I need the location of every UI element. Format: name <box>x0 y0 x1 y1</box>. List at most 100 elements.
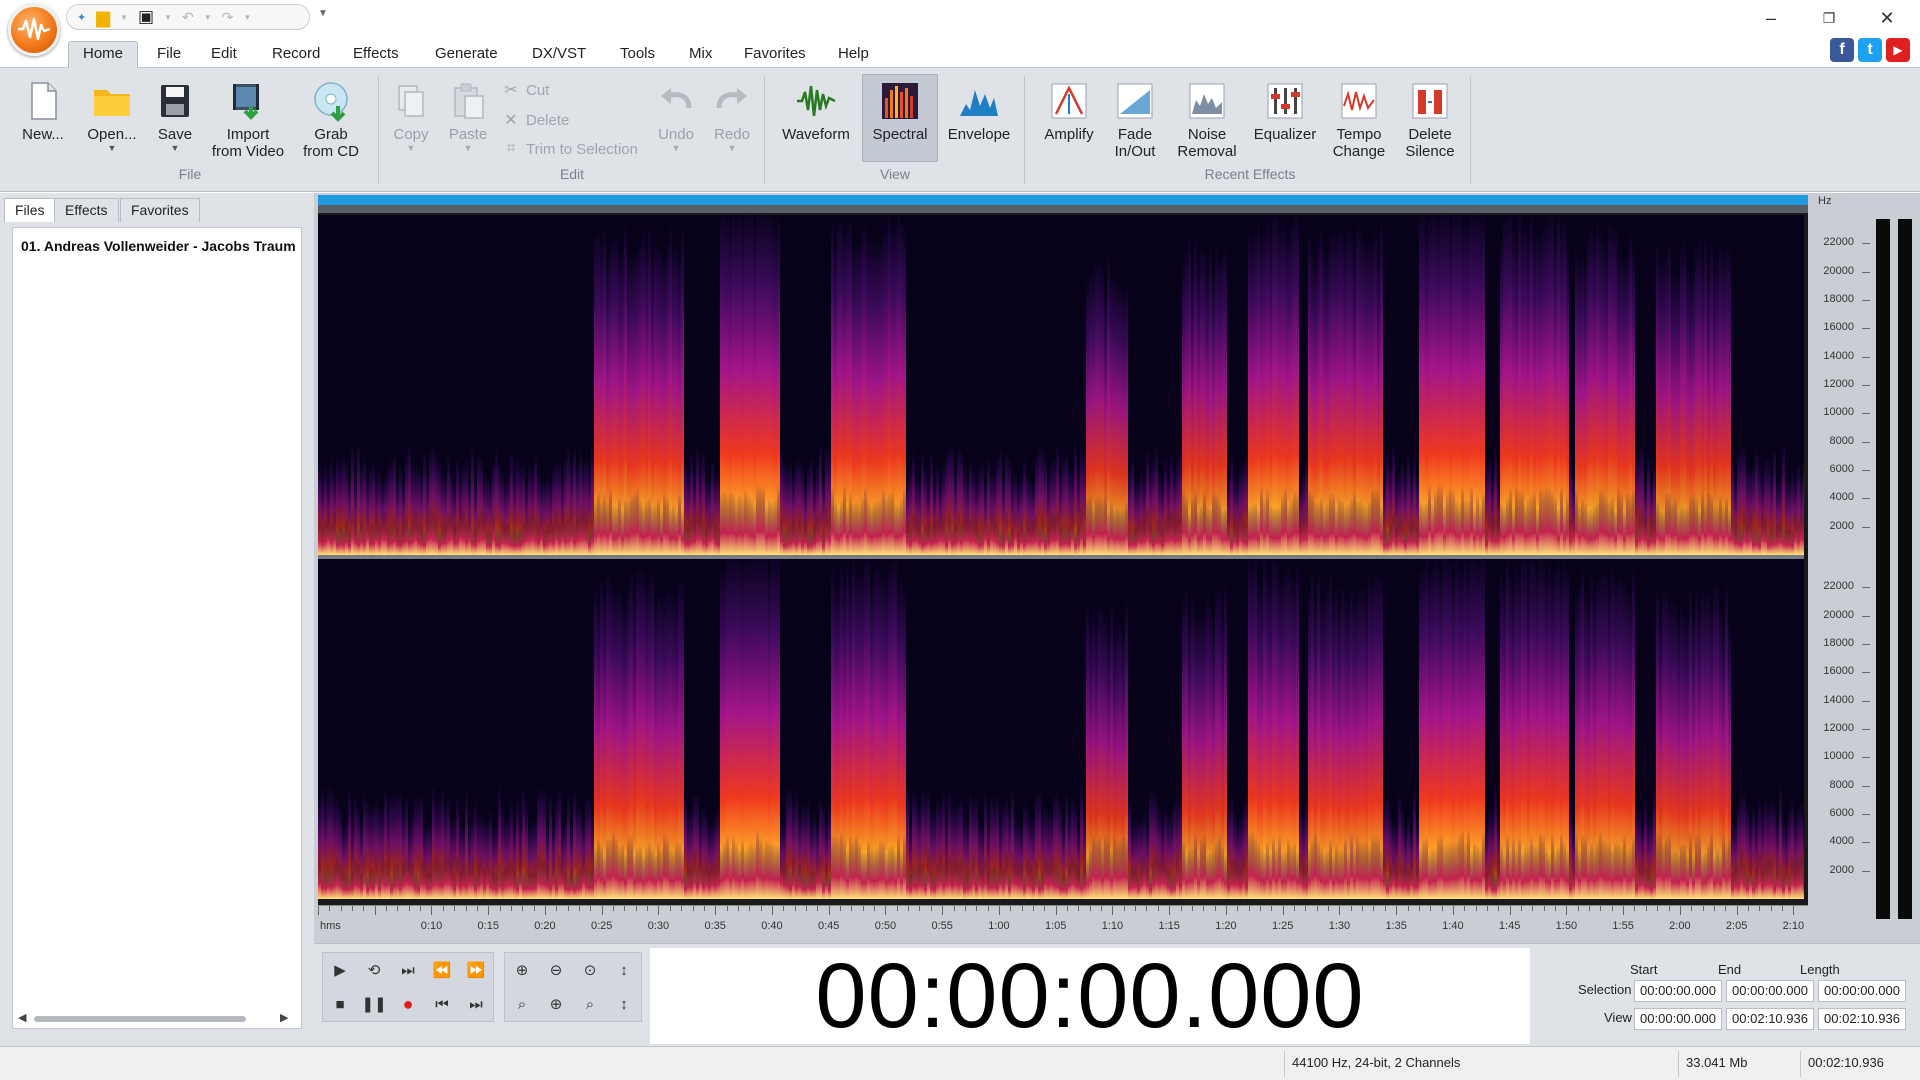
paste-button[interactable]: Paste ▼ <box>442 80 494 153</box>
open-button[interactable]: Open... ▼ <box>82 80 142 153</box>
tab-favorites[interactable]: Favorites <box>730 42 820 68</box>
spectrogram-lowband <box>1098 835 1101 899</box>
tab-edit[interactable]: Edit <box>197 42 251 68</box>
youtube-icon[interactable]: ▶ <box>1886 38 1910 62</box>
record-icon[interactable]: ● <box>391 987 425 1021</box>
view-length-field[interactable]: 00:02:10.936 <box>1818 1008 1906 1030</box>
scroll-left-icon[interactable]: ◀ <box>18 1011 26 1024</box>
restore-icon[interactable]: ❐ <box>1814 6 1844 30</box>
scrollbar-thumb[interactable] <box>34 1016 246 1022</box>
selection-end-field[interactable]: 00:00:00.000 <box>1726 980 1814 1002</box>
envelope-view-button[interactable]: Envelope <box>944 80 1014 143</box>
scroll-right-icon[interactable]: ▶ <box>280 1011 288 1024</box>
new-button[interactable]: New... <box>14 80 72 143</box>
undo-dropdown-icon[interactable]: ▼ <box>650 143 702 153</box>
zoom-in-selection-icon[interactable]: ⊕ <box>539 987 573 1021</box>
zoom-in-icon[interactable]: ⊕ <box>505 953 539 987</box>
close-icon[interactable]: ✕ <box>1872 6 1902 30</box>
spectral-view-button[interactable]: Spectral <box>862 74 938 162</box>
time-ruler[interactable]: hms 0:10 0:15 0:20 0:25 0:30 0:35 0:40 0:45 0:50… <box>318 905 1808 939</box>
selection-start-field[interactable]: 00:00:00.000 <box>1634 980 1722 1002</box>
view-end-field[interactable]: 00:02:10.936 <box>1726 1008 1814 1030</box>
tab-record[interactable]: Record <box>258 42 334 68</box>
spectrogram-lowband <box>1788 525 1791 555</box>
spectrogram-lowband <box>840 499 843 555</box>
trim-to-selection-button[interactable]: ⌗ Trim to Selection <box>502 140 638 158</box>
selection-length-field[interactable]: 00:00:00.000 <box>1818 980 1906 1002</box>
save-dropdown-icon[interactable]: ▼ <box>152 143 198 153</box>
open-folder-icon[interactable]: ▆ <box>96 7 110 28</box>
tab-home[interactable]: Home <box>68 41 139 69</box>
go-to-start-icon[interactable]: ⏮ <box>425 987 459 1021</box>
zoom-out-icon[interactable]: ⊖ <box>539 953 573 987</box>
zoom-full-icon[interactable]: ⊙ <box>573 953 607 987</box>
spectrogram-lowband <box>1461 486 1464 555</box>
delete-silence-button[interactable]: Delete Silence <box>1398 80 1462 160</box>
redo-dropdown-icon[interactable]: ▼ <box>243 13 251 22</box>
panel-tab-files[interactable]: Files <box>4 198 56 222</box>
copy-button[interactable]: Copy ▼ <box>386 80 436 153</box>
horizontal-scrollbar[interactable]: ◀ ▶ <box>16 1011 292 1027</box>
cut-button[interactable]: ✂ Cut <box>502 80 549 100</box>
panel-tab-effects[interactable]: Effects <box>54 198 119 222</box>
selection-strip[interactable] <box>318 205 1808 213</box>
file-list-item[interactable]: 01. Andreas Vollenweider - Jacobs Traum <box>21 238 311 254</box>
channel-left-spectrogram[interactable] <box>318 215 1804 555</box>
spectrogram-lowband <box>1794 861 1797 899</box>
app-logo[interactable] <box>8 4 60 56</box>
delete-button[interactable]: ✕ Delete <box>502 110 569 130</box>
facebook-icon[interactable]: f <box>1830 38 1854 62</box>
fade-in-out-button[interactable]: Fade In/Out <box>1106 80 1164 160</box>
delete-silence-icon <box>1412 83 1448 119</box>
waveform-view-button[interactable]: Waveform <box>776 80 856 143</box>
new-file-icon[interactable]: ✦ <box>77 11 86 24</box>
tab-file[interactable]: File <box>143 42 195 68</box>
tab-tools[interactable]: Tools <box>606 42 669 68</box>
paste-dropdown-icon[interactable]: ▼ <box>442 143 494 153</box>
open-dropdown-icon[interactable]: ▼ <box>120 13 128 22</box>
undo-dropdown-icon[interactable]: ▼ <box>204 13 212 22</box>
undo-icon[interactable]: ↶ <box>182 9 194 26</box>
save-icon[interactable]: ▣ <box>138 7 154 27</box>
zoom-to-fit-icon[interactable]: ⌕ <box>573 987 607 1021</box>
minimize-icon[interactable]: – <box>1756 6 1786 30</box>
rewind-icon[interactable]: ⏪ <box>425 953 459 987</box>
zoom-vertical-icon[interactable]: ↕ <box>607 953 641 987</box>
customize-toolbar-icon[interactable]: ▼ <box>318 8 328 19</box>
tab-mix[interactable]: Mix <box>675 42 726 68</box>
tab-help[interactable]: Help <box>824 42 883 68</box>
tab-generate[interactable]: Generate <box>421 42 512 68</box>
play-icon[interactable]: ▶ <box>323 953 357 987</box>
tab-effects[interactable]: Effects <box>339 42 413 68</box>
redo-button[interactable]: Redo ▼ <box>706 80 758 153</box>
copy-dropdown-icon[interactable]: ▼ <box>386 143 436 153</box>
noise-removal-button[interactable]: Noise Removal <box>1170 80 1244 160</box>
tempo-change-button[interactable]: Tempo Change <box>1326 80 1392 160</box>
play-to-end-icon[interactable]: ⏭ <box>391 953 425 987</box>
pause-icon[interactable]: ❚❚ <box>357 987 391 1021</box>
undo-button[interactable]: Undo ▼ <box>650 80 702 153</box>
view-start-field[interactable]: 00:00:00.000 <box>1634 1008 1722 1030</box>
save-button[interactable]: Save ▼ <box>152 80 198 153</box>
redo-icon[interactable]: ↷ <box>222 9 234 26</box>
view-range-bar[interactable] <box>318 195 1808 205</box>
go-to-end-icon[interactable]: ⏭ <box>459 987 493 1021</box>
spectrogram-lowband <box>510 527 513 555</box>
spectrogram-column <box>1263 559 1266 899</box>
twitter-icon[interactable]: t <box>1858 38 1882 62</box>
equalizer-button[interactable]: Equalizer <box>1250 80 1320 143</box>
loop-play-icon[interactable]: ⟲ <box>357 953 391 987</box>
fast-forward-icon[interactable]: ⏩ <box>459 953 493 987</box>
zoom-selection-icon[interactable]: ⌕ <box>505 987 539 1021</box>
redo-dropdown-icon[interactable]: ▼ <box>706 143 758 153</box>
save-dropdown-icon[interactable]: ▼ <box>164 13 172 22</box>
panel-tab-favorites[interactable]: Favorites <box>120 198 200 222</box>
open-dropdown-icon[interactable]: ▼ <box>82 143 142 153</box>
stop-icon[interactable]: ■ <box>323 987 357 1021</box>
amplify-button[interactable]: Amplify <box>1038 80 1100 143</box>
import-from-video-button[interactable]: Import from Video <box>206 80 290 160</box>
zoom-vertical-out-icon[interactable]: ↕ <box>607 987 641 1021</box>
tab-dxvst[interactable]: DX/VST <box>518 42 600 68</box>
channel-right-spectrogram[interactable] <box>318 559 1804 899</box>
grab-from-cd-button[interactable]: Grab from CD <box>296 80 366 160</box>
